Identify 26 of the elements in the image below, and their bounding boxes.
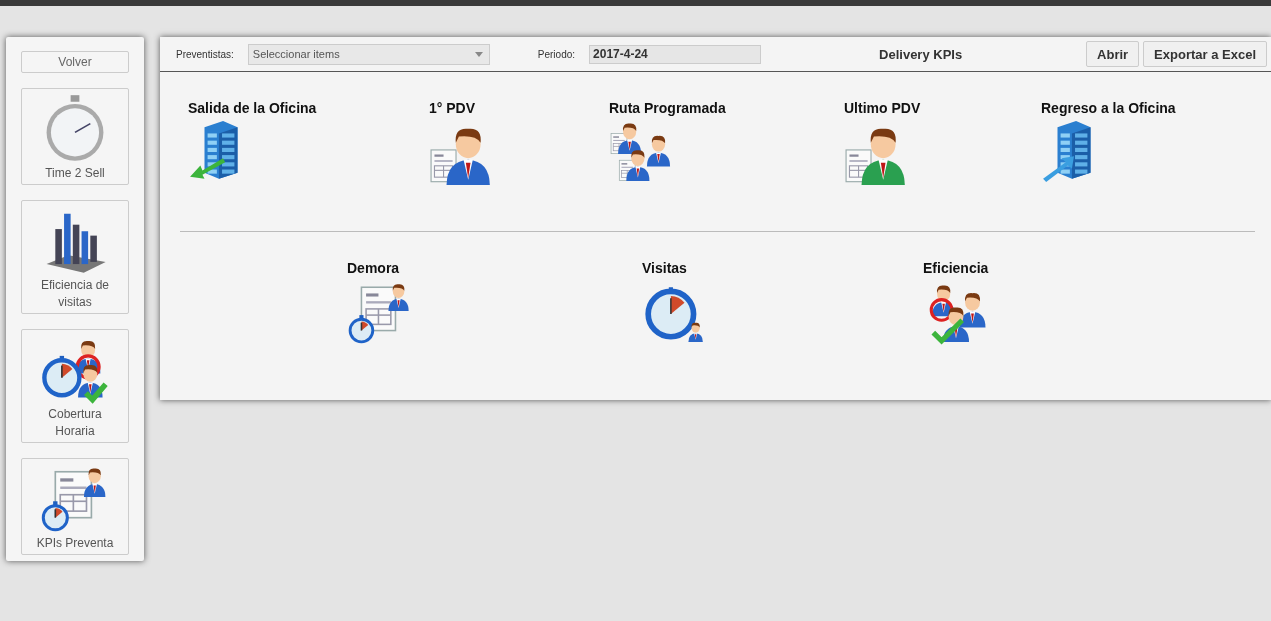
periodo-field[interactable]: 2017-4-24 bbox=[589, 44, 762, 64]
toolbar-button[interactable]: Exportar a Excel bbox=[1143, 41, 1267, 67]
kpi-label: Salida de la Oficina bbox=[188, 100, 317, 116]
back-button[interactable]: Volver bbox=[21, 51, 129, 73]
tile-label: Time 2 Sell bbox=[45, 165, 105, 182]
caret-icon bbox=[474, 51, 483, 57]
report-title: Delivery KPIs bbox=[879, 46, 964, 62]
sidebar-tile[interactable]: Time 2 Sell bbox=[21, 88, 129, 185]
dropdown-placeholder: Seleccionar items bbox=[252, 48, 340, 60]
kpi-label: 1° PDV bbox=[429, 100, 476, 116]
sidebar-tile[interactable]: Eficiencia de visitas bbox=[21, 200, 129, 314]
preventistas-label: Preventistas: bbox=[176, 48, 234, 60]
kpi-label: Ultimo PDV bbox=[844, 100, 921, 116]
preventistas-dropdown[interactable]: Seleccionar items bbox=[247, 43, 490, 65]
kpi-label: Visitas bbox=[642, 260, 687, 276]
kpi-label: Regreso a la Oficina bbox=[1041, 100, 1176, 116]
sidebar-tile[interactable]: Cobertura Horaria bbox=[21, 329, 129, 443]
tile-label: KPIs Preventa bbox=[36, 535, 114, 552]
periodo-label: Periodo: bbox=[537, 48, 576, 60]
sidebar-tile[interactable]: KPIs Preventa bbox=[21, 458, 129, 555]
tile-label: Cobertura Horaria bbox=[47, 406, 103, 440]
toolbar-button[interactable]: Abrir bbox=[1086, 41, 1140, 67]
kpi-label: Eficiencia bbox=[923, 260, 989, 276]
kpi-label: Demora bbox=[347, 260, 400, 276]
tile-label: Eficiencia de visitas bbox=[39, 277, 110, 311]
kpi-label: Ruta Programada bbox=[609, 100, 726, 116]
